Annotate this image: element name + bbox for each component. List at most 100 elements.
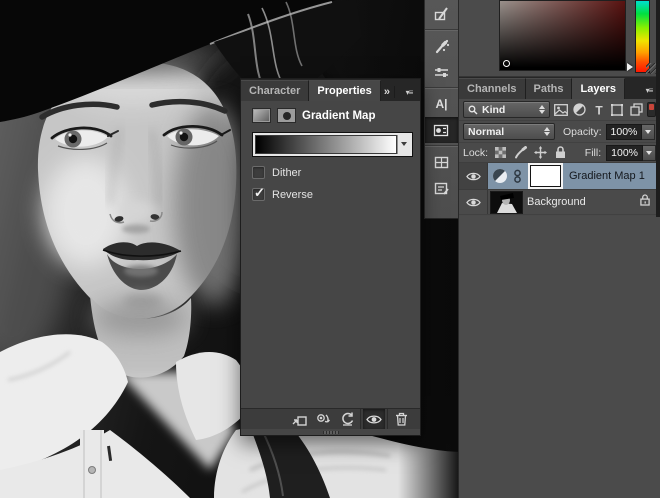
layers-panel: Channels Paths Layers ▾≡ Kind (459, 77, 660, 216)
dock-right-edge (656, 0, 660, 217)
gradient-editor-row (252, 132, 413, 157)
adjustment-layer-icon (492, 168, 508, 184)
dither-option-row: Dither (252, 166, 420, 179)
layer-row-background[interactable]: Background (459, 190, 660, 215)
filter-adjustment-layers-icon[interactable] (572, 101, 588, 118)
lock-label: Lock: (463, 147, 488, 159)
color-panel (459, 0, 660, 77)
fill-field: 100% (606, 145, 656, 161)
filter-pixel-layers-icon[interactable] (553, 101, 569, 118)
dither-label: Dither (272, 167, 301, 179)
reset-icon[interactable] (336, 409, 358, 429)
toggle-visibility-eye-icon[interactable] (363, 409, 385, 429)
layer-visibility-cell[interactable] (459, 190, 488, 214)
selected-layer-area[interactable]: Gradient Map 1 (488, 163, 660, 189)
filter-toggle-indicator (649, 104, 654, 110)
dropdown-arrows-icon (544, 124, 550, 139)
clone-source-panel-icon[interactable] (425, 1, 458, 27)
layer-thumbnail[interactable] (490, 191, 523, 214)
svg-text:T: T (595, 104, 603, 116)
fill-value[interactable]: 100% (606, 145, 643, 161)
sliders-panel-icon[interactable] (425, 59, 458, 85)
properties-panel-menu-icon[interactable]: ▾≡ (398, 88, 420, 101)
gradient-preview-bar[interactable] (255, 135, 397, 154)
lock-row: Lock: Fill: 100% (459, 143, 660, 163)
properties-header: Gradient Map (241, 101, 420, 127)
tabbar-separator (394, 86, 395, 98)
character-panel-icon[interactable]: A| (425, 91, 458, 117)
panel-bottom-grip[interactable] (241, 429, 420, 435)
opacity-value[interactable]: 100% (606, 124, 643, 140)
background-lock-icon (640, 193, 650, 211)
info-panel-icon[interactable] (425, 149, 458, 175)
right-panel-dock: Channels Paths Layers ▾≡ Kind (458, 0, 660, 498)
tab-properties[interactable]: Properties (309, 80, 380, 101)
lock-transparency-icon[interactable] (493, 144, 508, 161)
filter-kind-label: Kind (482, 104, 535, 116)
blend-mode-value: Normal (468, 126, 540, 138)
layer-filter-toggle[interactable] (647, 102, 656, 117)
blend-mode-row: Normal Opacity: 100% (459, 121, 660, 143)
search-icon (468, 105, 478, 115)
properties-title: Gradient Map (302, 110, 375, 122)
tab-layers[interactable]: Layers (572, 78, 624, 99)
dropdown-arrow-icon (646, 151, 652, 158)
layer-mask-thumbnail[interactable] (530, 165, 561, 187)
footer-separator (387, 409, 388, 429)
dither-checkbox[interactable] (252, 166, 265, 179)
view-previous-state-icon[interactable] (312, 409, 334, 429)
collapse-panel-icon[interactable]: » (384, 86, 394, 101)
lock-position-move-icon[interactable] (533, 144, 548, 161)
lock-pixels-brush-icon[interactable] (513, 144, 528, 161)
hue-slider-marker[interactable] (627, 63, 633, 71)
dock-divider (425, 29, 458, 31)
layer-name[interactable]: Gradient Map 1 (569, 170, 645, 182)
dock-divider (425, 145, 458, 147)
dropdown-arrows-icon (539, 102, 545, 117)
layer-filter-row: Kind T (459, 99, 660, 121)
eye-icon (466, 171, 481, 182)
filter-type-layers-icon[interactable]: T (591, 101, 607, 118)
layer-name[interactable]: Background (527, 196, 586, 208)
dock-divider (425, 87, 458, 89)
character-panel-glyph: A| (435, 97, 447, 111)
opacity-field: 100% (606, 124, 656, 140)
gradient-map-mask-icon (277, 108, 296, 123)
dropdown-arrow-icon (645, 130, 651, 137)
checkmark-icon: ✓ (254, 185, 265, 201)
tab-channels[interactable]: Channels (459, 78, 526, 99)
layers-tab-bar: Channels Paths Layers ▾≡ (459, 77, 660, 99)
mask-link-icon (513, 169, 522, 184)
gradient-picker-dropdown[interactable] (397, 135, 410, 154)
gradient-fill-swatch-icon (252, 108, 271, 123)
layer-visibility-cell[interactable] (459, 163, 488, 189)
clip-to-layer-icon[interactable] (288, 409, 310, 429)
notes-panel-icon[interactable] (425, 175, 458, 201)
properties-body (241, 201, 420, 408)
collapsed-panels-dock: A| (424, 0, 458, 219)
reverse-checkbox[interactable]: ✓ (252, 188, 265, 201)
color-picker-marker[interactable] (503, 60, 510, 67)
properties-panel-icon[interactable] (425, 117, 458, 143)
layer-row-gradient-map[interactable]: Gradient Map 1 (459, 163, 660, 190)
tab-character[interactable]: Character (241, 80, 309, 101)
color-saturation-square[interactable] (499, 0, 626, 71)
filter-smart-objects-icon[interactable] (628, 101, 644, 118)
fill-label: Fill: (585, 147, 601, 159)
opacity-label: Opacity: (563, 126, 602, 138)
filter-shape-layers-icon[interactable] (609, 101, 625, 118)
opacity-dropdown-button[interactable] (642, 124, 655, 140)
eye-icon (466, 197, 481, 208)
properties-footer (241, 408, 420, 429)
delete-trash-icon[interactable] (390, 409, 412, 429)
blend-mode-dropdown[interactable]: Normal (463, 123, 555, 140)
reverse-option-row: ✓ Reverse (252, 188, 420, 201)
dropdown-arrow-icon (401, 142, 407, 149)
tab-paths[interactable]: Paths (526, 78, 573, 99)
dock-empty-area (459, 216, 660, 420)
properties-tab-bar: Character Properties » ▾≡ (241, 79, 420, 101)
tool-presets-panel-icon[interactable] (425, 33, 458, 59)
filter-kind-dropdown[interactable]: Kind (463, 101, 550, 118)
fill-dropdown-button[interactable] (643, 145, 656, 161)
lock-all-padlock-icon[interactable] (553, 144, 568, 161)
